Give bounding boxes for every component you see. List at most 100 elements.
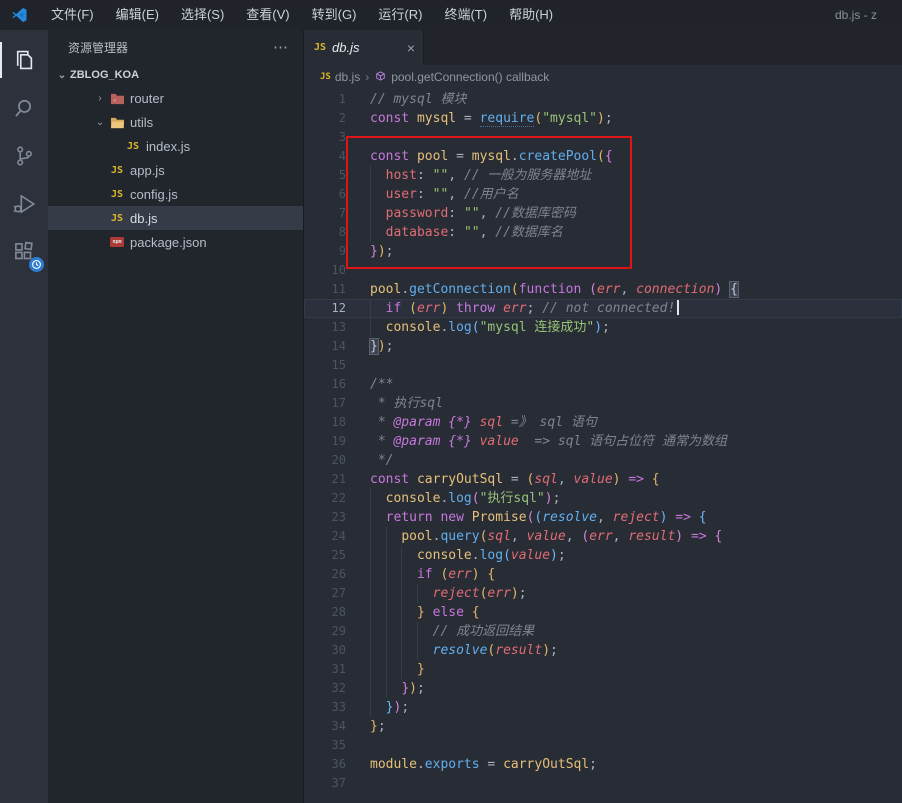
line-content: module.exports = carryOutSql;	[346, 755, 597, 774]
extensions-icon[interactable]	[0, 228, 48, 276]
explorer-more-actions-icon[interactable]: ⋯	[273, 38, 289, 56]
line-content: const mysql = require("mysql");	[346, 109, 613, 128]
code-token: ;	[550, 643, 558, 658]
menu-item[interactable]: 终端(T)	[433, 0, 498, 30]
code-line-35[interactable]: 35	[304, 736, 902, 755]
code-line-33[interactable]: 33 });	[304, 698, 902, 717]
code-token: .	[401, 282, 409, 297]
code-line-18[interactable]: 18 * @param {*} sql =》 sql 语句	[304, 413, 902, 432]
line-content: pool.query(sql, value, (err, result) => …	[346, 527, 722, 546]
menu-item[interactable]: 文件(F)	[40, 0, 105, 30]
code-line-28[interactable]: 28 } else {	[304, 603, 902, 622]
code-line-5[interactable]: 5 host: "", // 一般为服务器地址	[304, 166, 902, 185]
line-number: 8	[304, 223, 346, 242]
code-line-1[interactable]: 1// mysql 模块	[304, 90, 902, 109]
code-token: ;	[553, 491, 561, 506]
code-token: =》 sql 语句	[503, 415, 597, 430]
explorer-tree: ›router⌄utilsJSindex.jsJSapp.jsJSconfig.…	[48, 86, 303, 254]
code-line-12[interactable]: 12 if (err) throw err; // not connected!	[304, 299, 902, 318]
tab-close-icon[interactable]: ×	[407, 40, 415, 56]
item-label: app.js	[130, 163, 165, 178]
code-line-21[interactable]: 21const carryOutSql = (sql, value) => {	[304, 470, 902, 489]
run-debug-icon[interactable]	[0, 180, 48, 228]
code-token: /**	[370, 377, 393, 392]
code-line-29[interactable]: 29 // 成功返回结果	[304, 622, 902, 641]
code-line-17[interactable]: 17 * 执行sql	[304, 394, 902, 413]
menu-item[interactable]: 转到(G)	[301, 0, 368, 30]
sidebar-item-index-js[interactable]: JSindex.js	[48, 134, 303, 158]
line-number: 4	[304, 147, 346, 166]
code-token: {	[472, 605, 480, 620]
code-line-31[interactable]: 31 }	[304, 660, 902, 679]
code-line-15[interactable]: 15	[304, 356, 902, 375]
tab-db-js[interactable]: JS db.js ×	[304, 30, 424, 65]
code-line-10[interactable]: 10	[304, 261, 902, 280]
code-line-37[interactable]: 37	[304, 774, 902, 793]
code-token: (	[597, 149, 605, 164]
sidebar-item-db-js[interactable]: JSdb.js	[48, 206, 303, 230]
code-token: "mysql 连接成功"	[480, 320, 595, 335]
sidebar-item-package-json[interactable]: npmpackage.json	[48, 230, 303, 254]
code-line-19[interactable]: 19 * @param {*} value => sql 语句占位符 通常为数组	[304, 432, 902, 451]
line-content	[346, 356, 370, 375]
sidebar-item-utils[interactable]: ⌄utils	[48, 110, 303, 134]
sidebar-item-config-js[interactable]: JSconfig.js	[48, 182, 303, 206]
code-token: "执行sql"	[480, 491, 545, 506]
code-line-7[interactable]: 7 password: "", //数据库密码	[304, 204, 902, 223]
code-line-9[interactable]: 9});	[304, 242, 902, 261]
code-token	[464, 510, 472, 525]
indent-guide	[370, 698, 371, 717]
code-line-26[interactable]: 26 if (err) {	[304, 565, 902, 584]
code-token: sql	[487, 529, 510, 544]
code-token: sql	[480, 415, 503, 430]
js-file-icon: JS	[320, 72, 331, 82]
code-line-13[interactable]: 13 console.log("mysql 连接成功");	[304, 318, 902, 337]
code-line-24[interactable]: 24 pool.query(sql, value, (err, result) …	[304, 527, 902, 546]
sidebar-item-router[interactable]: ›router	[48, 86, 303, 110]
code-token: {*}	[448, 415, 471, 430]
code-token: )	[511, 586, 519, 601]
code-token: carryOutSql	[417, 472, 503, 487]
breadcrumb-file[interactable]: JS db.js	[320, 70, 360, 84]
menu-item[interactable]: 查看(V)	[235, 0, 300, 30]
code-token: throw	[456, 301, 495, 316]
code-token: (	[581, 529, 589, 544]
breadcrumb-symbol[interactable]: pool.getConnection() callback	[374, 70, 549, 84]
code-token: {	[605, 149, 613, 164]
code-line-23[interactable]: 23 return new Promise((resolve, reject) …	[304, 508, 902, 527]
code-line-20[interactable]: 20 */	[304, 451, 902, 470]
source-control-icon[interactable]	[0, 132, 48, 180]
code-token: err	[503, 301, 526, 316]
code-line-4[interactable]: 4const pool = mysql.createPool({	[304, 147, 902, 166]
code-line-27[interactable]: 27 reject(err);	[304, 584, 902, 603]
code-token	[370, 700, 386, 715]
menu-item[interactable]: 运行(R)	[367, 0, 433, 30]
code-line-30[interactable]: 30 resolve(result);	[304, 641, 902, 660]
code-line-8[interactable]: 8 database: "", //数据库名	[304, 223, 902, 242]
code-line-6[interactable]: 6 user: "", //用户名	[304, 185, 902, 204]
code-token: ;	[401, 700, 409, 715]
code-line-22[interactable]: 22 console.log("执行sql");	[304, 489, 902, 508]
code-token: ,	[613, 529, 629, 544]
code-line-14[interactable]: 14});	[304, 337, 902, 356]
search-icon[interactable]	[0, 84, 48, 132]
code-token	[370, 187, 386, 202]
code-line-36[interactable]: 36module.exports = carryOutSql;	[304, 755, 902, 774]
code-token: function	[519, 282, 582, 297]
code-area[interactable]: 1// mysql 模块2const mysql = require("mysq…	[304, 88, 902, 793]
code-line-32[interactable]: 32 });	[304, 679, 902, 698]
code-token: :	[417, 187, 433, 202]
code-line-2[interactable]: 2const mysql = require("mysql");	[304, 109, 902, 128]
code-line-25[interactable]: 25 console.log(value);	[304, 546, 902, 565]
menu-item[interactable]: 帮助(H)	[498, 0, 564, 30]
code-line-11[interactable]: 11pool.getConnection(function (err, conn…	[304, 280, 902, 299]
code-line-16[interactable]: 16/**	[304, 375, 902, 394]
explorer-root-folder[interactable]: ⌄ ZBLOG_KOA	[48, 64, 303, 86]
line-content: });	[346, 698, 409, 717]
sidebar-item-app-js[interactable]: JSapp.js	[48, 158, 303, 182]
menu-item[interactable]: 编辑(E)	[105, 0, 170, 30]
code-line-34[interactable]: 34};	[304, 717, 902, 736]
menu-item[interactable]: 选择(S)	[170, 0, 235, 30]
explorer-icon[interactable]	[0, 36, 48, 84]
code-line-3[interactable]: 3	[304, 128, 902, 147]
